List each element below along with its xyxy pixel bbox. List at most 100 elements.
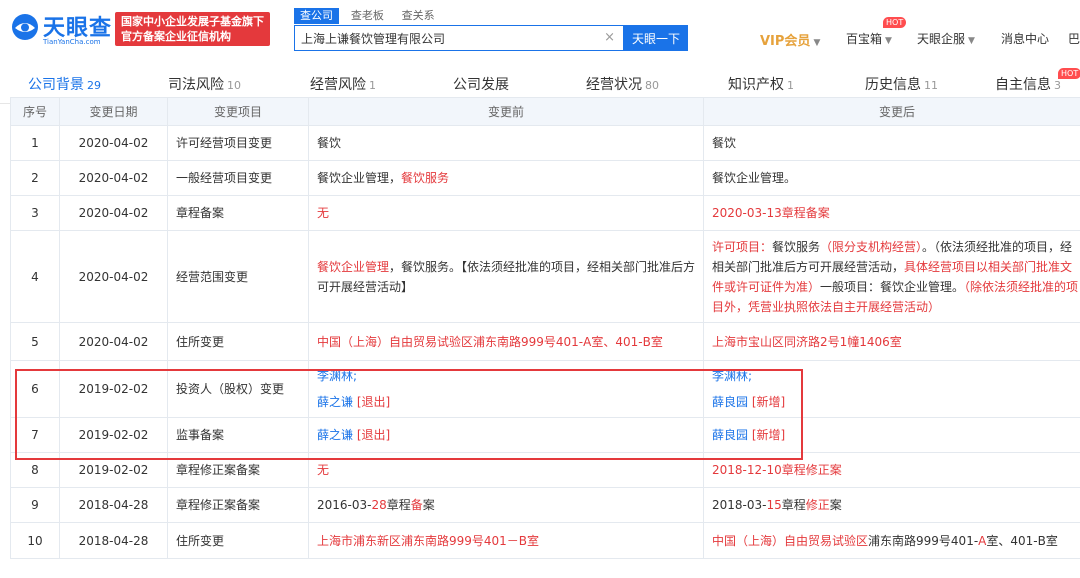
cell-after: 2020-03-13章程备案 bbox=[703, 195, 1080, 231]
tab-count: 11 bbox=[924, 79, 938, 92]
cell-item: 经营范围变更 bbox=[167, 230, 309, 323]
text-segment: 15 bbox=[766, 498, 782, 512]
clear-icon[interactable]: × bbox=[604, 30, 615, 45]
tab-operating-risk[interactable]: 经营风险 1 bbox=[310, 74, 376, 94]
cell-after: 许可项目：餐饮服务（限分支机构经营）。（依法须经批准的项目，经相关部门批准后方可… bbox=[703, 230, 1080, 323]
cell-before: 李渊林; 薛之谦 [退出] bbox=[308, 360, 704, 418]
tab-search-company[interactable]: 查公司 bbox=[294, 8, 339, 24]
text-segment: [新增] bbox=[748, 428, 786, 442]
before-text: 餐饮企业管理，餐饮服务。【依法须经批准的项目，经相关部门批准后方可开展经营活动】 bbox=[317, 257, 697, 297]
cell-no: 1 bbox=[10, 125, 60, 161]
before-text: 无 bbox=[317, 203, 697, 223]
chevron-down-icon: ▼ bbox=[813, 38, 821, 48]
chevron-down-icon: ▼ bbox=[968, 36, 975, 46]
cell-after: 餐饮企业管理。 bbox=[703, 160, 1080, 196]
text-segment: 许可项目： bbox=[712, 239, 773, 254]
text-segment: 中国（上海）自由贸易试验区浦东南路999号401-A室、401-B室 bbox=[317, 334, 663, 349]
change-record-table: 序号 变更日期 变更项目 变更前 变更后 1 2020-04-02 许可经营项目变更… bbox=[10, 97, 1080, 559]
tab-count: 1 bbox=[369, 79, 376, 92]
cell-after: 餐饮 bbox=[703, 125, 1080, 161]
text-segment: （限分支机构经营） bbox=[820, 239, 923, 254]
site-logo[interactable]: 天眼查 TianYanCha.com bbox=[10, 10, 111, 50]
person-link[interactable]: 李渊林; bbox=[712, 369, 752, 383]
person-link[interactable]: 薛良园 bbox=[712, 428, 748, 442]
after-text: 中国（上海）自由贸易试验区浦东南路999号401-A室、401-B室 bbox=[712, 531, 1080, 551]
logo-subtext: TianYanCha.com bbox=[43, 38, 101, 46]
cell-date: 2020-04-02 bbox=[59, 160, 168, 196]
after-text: 上海市宝山区同济路2号1幢1406室 bbox=[712, 332, 1080, 352]
table-body: 1 2020-04-02 许可经营项目变更 餐饮 餐饮 2 2020-04-02 一般经营项目… bbox=[10, 125, 1080, 559]
before-text: 薛之谦 [退出] bbox=[317, 425, 697, 445]
tab-label: 司法风险 bbox=[168, 77, 224, 93]
table-row: 2 2020-04-02 一般经营项目变更 餐饮企业管理，餐饮服务 餐饮企业管理。 bbox=[10, 160, 1080, 196]
after-text: 许可项目：餐饮服务（限分支机构经营）。（依法须经批准的项目，经相关部门批准后方可… bbox=[712, 237, 1080, 317]
text-segment: 餐饮企业管理， bbox=[317, 171, 402, 185]
person-link[interactable]: 李渊林; bbox=[317, 369, 357, 383]
nav-enterprise-service[interactable]: 天眼企服 ▼ bbox=[917, 30, 975, 47]
tab-search-relation[interactable]: 查关系 bbox=[396, 8, 441, 24]
col-header-date: 变更日期 bbox=[59, 97, 168, 126]
tab-label: 知识产权 bbox=[728, 77, 784, 93]
before-text: 无 bbox=[317, 460, 697, 480]
tab-history-info[interactable]: 历史信息 11 bbox=[865, 74, 938, 94]
search-input[interactable] bbox=[295, 26, 600, 50]
tab-label: 自主信息 bbox=[995, 77, 1051, 93]
tab-company-development[interactable]: 公司发展 bbox=[453, 74, 512, 94]
tab-self-info[interactable]: 自主信息 3 bbox=[995, 74, 1061, 94]
nav-more[interactable]: 巴 bbox=[1068, 30, 1080, 47]
cell-no: 2 bbox=[10, 160, 60, 196]
cell-after: 中国（上海）自由贸易试验区浦东南路999号401-A室、401-B室 bbox=[703, 522, 1080, 559]
cell-before: 餐饮 bbox=[308, 125, 704, 161]
cell-no: 8 bbox=[10, 452, 60, 488]
text-segment: 餐饮企业管理。 bbox=[712, 171, 797, 185]
tab-operating-status[interactable]: 经营状况 80 bbox=[586, 74, 659, 94]
text-segment: 28 bbox=[371, 498, 387, 512]
person-link[interactable]: 薛之谦 bbox=[317, 428, 353, 442]
text-segment: 上海市宝山区同济路2号1幢1406室 bbox=[712, 334, 902, 349]
nav-baibaoxiang[interactable]: 百宝箱 ▼ bbox=[846, 30, 892, 47]
nav-message-center[interactable]: 消息中心 bbox=[1001, 30, 1049, 47]
search-button[interactable]: 天眼一下 bbox=[624, 25, 688, 51]
cell-before: 上海市浦东新区浦东南路999号401－B室 bbox=[308, 522, 704, 559]
cell-date: 2020-04-02 bbox=[59, 322, 168, 361]
person-link[interactable]: 薛之谦 bbox=[317, 395, 353, 409]
after-text: 2018-12-10章程修正案 bbox=[712, 460, 1080, 480]
table-row: 9 2018-04-28 章程修正案备案 2016-03-28章程备案 2018-03-… bbox=[10, 487, 1080, 523]
tab-label: 经营风险 bbox=[310, 77, 366, 93]
search-type-tabs: 查公司 查老板 查关系 bbox=[294, 8, 443, 24]
cell-before: 中国（上海）自由贸易试验区浦东南路999号401-A室、401-B室 bbox=[308, 322, 704, 361]
col-header-before: 变更前 bbox=[308, 97, 704, 126]
vip-label: VIP会员 bbox=[760, 34, 811, 49]
cell-item: 住所变更 bbox=[167, 522, 309, 559]
text-segment: 餐饮服务 bbox=[401, 171, 450, 185]
nav-vip[interactable]: VIP会员 ▼ bbox=[760, 30, 820, 49]
text-segment: 修正 bbox=[805, 498, 830, 512]
col-header-after: 变更后 bbox=[703, 97, 1080, 126]
cell-item: 章程备案 bbox=[167, 195, 309, 231]
logo-eye-icon bbox=[12, 14, 38, 40]
cell-date: 2019-02-02 bbox=[59, 360, 168, 418]
cell-after: 李渊林; 薛良园 [新增] bbox=[703, 360, 1080, 418]
cell-no: 9 bbox=[10, 487, 60, 523]
text-segment: [退出] bbox=[353, 428, 391, 442]
text-segment: 2020-03-13章程备案 bbox=[712, 206, 830, 220]
before-text: 餐饮 bbox=[317, 133, 697, 153]
table-row: 5 2020-04-02 住所变更 中国（上海）自由贸易试验区浦东南路999号401-… bbox=[10, 322, 1080, 361]
cell-date: 2020-04-02 bbox=[59, 230, 168, 323]
person-link[interactable]: 薛良园 bbox=[712, 395, 748, 409]
cell-no: 10 bbox=[10, 522, 60, 559]
tab-search-boss[interactable]: 查老板 bbox=[345, 8, 390, 24]
tab-judicial-risk[interactable]: 司法风险 10 bbox=[168, 74, 241, 94]
after-text: 餐饮 bbox=[712, 133, 1080, 153]
text-segment: 案 bbox=[422, 498, 435, 512]
text-segment: 备 bbox=[410, 498, 423, 512]
text-segment: [新增] bbox=[748, 395, 786, 409]
text-segment: 无 bbox=[317, 463, 330, 477]
baibaoxiang-label: 百宝箱 bbox=[846, 32, 883, 46]
tab-intellectual-property[interactable]: 知识产权 1 bbox=[728, 74, 794, 94]
text-segment: 浦东南路999号401- bbox=[868, 533, 979, 548]
text-segment: 2018-03- bbox=[712, 498, 767, 512]
text-segment: 餐饮服务 bbox=[772, 239, 821, 254]
cell-after: 2018-03-15章程修正案 bbox=[703, 487, 1080, 523]
tab-company-background[interactable]: 公司背景 29 bbox=[28, 74, 101, 94]
